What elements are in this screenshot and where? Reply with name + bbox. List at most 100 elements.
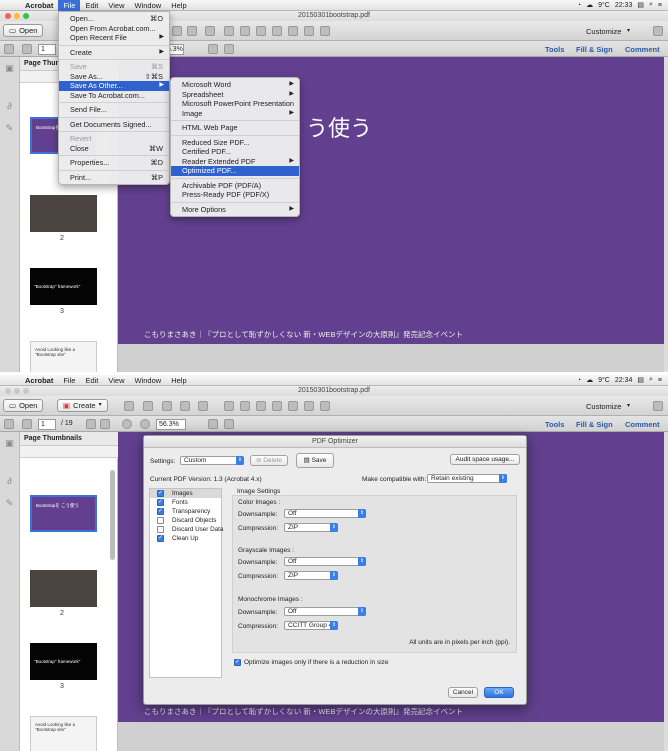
category-item[interactable]: ✓ Clean Up bbox=[150, 534, 221, 543]
save-as-other-item[interactable]: Certified PDF... bbox=[171, 147, 299, 157]
email-icon[interactable] bbox=[205, 26, 215, 36]
comment-link[interactable]: Comment bbox=[625, 45, 660, 54]
page-thumbnail-4[interactable]: Avoid Looking like a "Bootstrap site" bbox=[30, 341, 97, 372]
save-as-other-item[interactable]: Optimized PDF... bbox=[171, 166, 299, 176]
sign-icon[interactable] bbox=[272, 401, 282, 411]
create-button[interactable]: ▣ Create ▾ bbox=[57, 399, 108, 412]
category-checkbox[interactable] bbox=[157, 517, 164, 524]
upload-icon[interactable] bbox=[187, 26, 197, 36]
page-thumbnail-2[interactable] bbox=[30, 195, 97, 232]
zoom-window-button[interactable] bbox=[23, 388, 29, 394]
close-window-button[interactable] bbox=[5, 388, 11, 394]
customize-dropdown[interactable]: Customize bbox=[586, 402, 621, 411]
email-icon[interactable] bbox=[198, 401, 208, 411]
flag-icon[interactable]: ▤ bbox=[637, 1, 644, 9]
menu-view[interactable]: View bbox=[103, 0, 129, 11]
expand-icon[interactable] bbox=[653, 401, 663, 411]
attachment-icon[interactable]: ∂ bbox=[4, 101, 15, 112]
fill-sign-link[interactable]: Fill & Sign bbox=[576, 45, 613, 54]
search-icon[interactable]: ⌕ bbox=[649, 1, 653, 9]
color-compression-select[interactable]: ZIP ⇕ bbox=[284, 523, 338, 532]
attachment-icon[interactable]: ∂ bbox=[4, 476, 15, 487]
fit-page-icon[interactable] bbox=[208, 44, 218, 54]
list-icon[interactable]: ≡ bbox=[658, 2, 662, 9]
file-menu-item[interactable]: Save As Other... ▶ bbox=[59, 81, 169, 91]
print-icon[interactable] bbox=[162, 401, 172, 411]
sign-icon[interactable] bbox=[272, 26, 282, 36]
file-menu-item[interactable]: Open Recent File ▶ bbox=[59, 33, 169, 43]
minimize-window-button[interactable] bbox=[14, 13, 20, 19]
menu-help[interactable]: Help bbox=[166, 375, 191, 386]
close-window-button[interactable] bbox=[5, 13, 11, 19]
page-thumbnail-3[interactable]: "Bootstrap" framework" bbox=[30, 643, 97, 680]
menu-window[interactable]: Window bbox=[130, 375, 167, 386]
stamp-icon[interactable] bbox=[288, 26, 298, 36]
save-as-other-item[interactable]: Press-Ready PDF (PDF/X) bbox=[171, 190, 299, 200]
file-menu-item[interactable]: Open... ⌘O bbox=[59, 14, 169, 24]
signature-icon[interactable]: ✎ bbox=[4, 498, 15, 509]
save-as-other-item[interactable]: HTML Web Page bbox=[171, 123, 299, 133]
optimize-images-checkbox[interactable]: ✓ bbox=[234, 659, 241, 666]
scroll-mode-icon[interactable] bbox=[224, 44, 234, 54]
next-page-icon[interactable] bbox=[22, 44, 32, 54]
save-as-other-item[interactable]: More Options ▶ bbox=[171, 205, 299, 215]
save-as-other-item[interactable]: Reader Extended PDF ▶ bbox=[171, 157, 299, 167]
category-item[interactable]: Discard Objects bbox=[150, 516, 221, 525]
menu-view[interactable]: View bbox=[103, 375, 129, 386]
tools-link[interactable]: Tools bbox=[545, 45, 564, 54]
category-item[interactable]: ✓ Fonts bbox=[150, 498, 221, 507]
thumbnails-icon[interactable]: ▣ bbox=[4, 438, 15, 449]
file-menu-item[interactable]: Send File... bbox=[59, 105, 169, 115]
thumbnail-scrollbar[interactable] bbox=[110, 470, 115, 560]
file-menu-item[interactable]: Get Documents Signed... bbox=[59, 120, 169, 130]
document-scrollbar[interactable] bbox=[664, 432, 668, 751]
zoom-out-icon[interactable] bbox=[122, 419, 132, 429]
menu-acrobat[interactable]: Acrobat bbox=[20, 0, 58, 11]
save-as-other-item[interactable]: Image ▶ bbox=[171, 109, 299, 119]
save-settings-button[interactable]: ▤ Save bbox=[296, 453, 334, 468]
file-menu-item[interactable]: Print... ⌘P bbox=[59, 173, 169, 183]
file-menu-item[interactable]: Open From Acrobat.com... bbox=[59, 24, 169, 34]
open-button[interactable]: ▭ Open bbox=[3, 399, 44, 412]
category-item[interactable]: ✓ Transparency bbox=[150, 507, 221, 516]
zoom-input[interactable]: 56.3% bbox=[156, 419, 186, 430]
category-checkbox[interactable]: ✓ bbox=[157, 508, 164, 515]
prev-page-icon[interactable] bbox=[4, 419, 14, 429]
fit-page-icon[interactable] bbox=[208, 419, 218, 429]
menu-window[interactable]: Window bbox=[130, 0, 167, 11]
prev-page-icon[interactable] bbox=[4, 44, 14, 54]
list-icon[interactable]: ≡ bbox=[658, 377, 662, 384]
file-menu-item[interactable]: Save As... ⇧⌘S bbox=[59, 72, 169, 82]
grayscale-downsample-select[interactable]: Off ⇕ bbox=[284, 557, 366, 566]
next-page-icon[interactable] bbox=[22, 419, 32, 429]
gear-icon[interactable] bbox=[224, 26, 234, 36]
wifi-icon[interactable]: ◔ bbox=[577, 2, 581, 9]
hand-tool-icon[interactable] bbox=[100, 419, 110, 429]
save-as-other-item[interactable]: Microsoft PowerPoint Presentation bbox=[171, 99, 299, 109]
category-checkbox[interactable]: ✓ bbox=[157, 535, 164, 542]
color-downsample-select[interactable]: Off ⇕ bbox=[284, 509, 366, 518]
export-icon[interactable] bbox=[320, 26, 330, 36]
export-icon[interactable] bbox=[320, 401, 330, 411]
comment-icon[interactable] bbox=[240, 401, 250, 411]
cancel-button[interactable]: Cancel bbox=[448, 687, 478, 698]
gear-icon[interactable] bbox=[224, 401, 234, 411]
menu-edit[interactable]: Edit bbox=[80, 0, 103, 11]
clock[interactable]: 22:33 bbox=[615, 2, 633, 9]
menu-file[interactable]: File bbox=[58, 375, 80, 386]
file-menu-item[interactable]: Close ⌘W bbox=[59, 144, 169, 154]
category-checkbox[interactable] bbox=[157, 526, 164, 533]
category-checkbox[interactable]: ✓ bbox=[157, 499, 164, 506]
menu-acrobat[interactable]: Acrobat bbox=[20, 375, 58, 386]
save-icon[interactable] bbox=[172, 26, 182, 36]
menu-file[interactable]: File bbox=[58, 0, 81, 11]
search-icon[interactable]: ⌕ bbox=[649, 376, 653, 384]
monochrome-compression-select[interactable]: CCITT Group 4 ⇕ bbox=[284, 621, 338, 630]
file-menu-item[interactable]: Save To Acrobat.com... bbox=[59, 91, 169, 101]
document-scrollbar[interactable] bbox=[664, 57, 668, 372]
page-thumbnail-1[interactable]: Bootstrapを こう使う bbox=[30, 495, 97, 532]
audit-space-button[interactable]: Audit space usage... bbox=[450, 454, 520, 465]
category-item[interactable]: Discard User Data bbox=[150, 525, 223, 534]
select-tool-icon[interactable] bbox=[86, 419, 96, 429]
page-thumbnail-4[interactable]: Avoid Looking like a "Bootstrap site" bbox=[30, 716, 97, 751]
